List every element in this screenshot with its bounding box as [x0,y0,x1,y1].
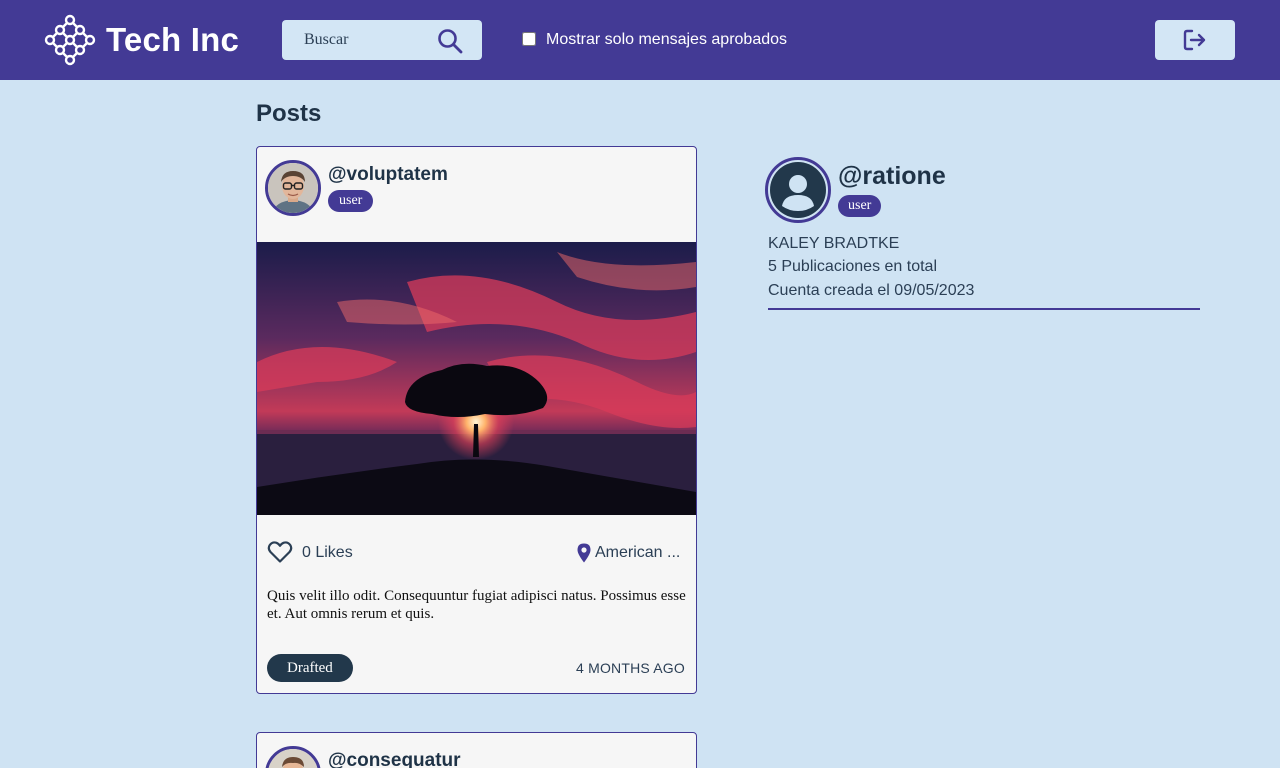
profile-username: @ratione [838,162,946,190]
status-badge: Drafted [267,654,353,682]
profile-divider [768,308,1200,310]
search-input[interactable] [282,20,432,60]
posts-title: Posts [256,100,322,127]
post-image[interactable] [257,242,696,515]
user-photo-icon [268,163,318,213]
avatar[interactable] [265,746,321,768]
heart-icon[interactable] [267,540,293,564]
post-card: @voluptatem user 0 Likes American ... Qu… [256,146,697,694]
avatar[interactable] [265,160,321,216]
post-author-username[interactable]: @voluptatem [328,164,448,186]
likes-count: 0 Likes [302,544,353,561]
brand-name[interactable]: Tech Inc [106,21,239,59]
approved-only-checkbox[interactable] [522,32,536,46]
profile-created-date: Cuenta creada el 09/05/2023 [768,282,975,299]
post-location[interactable]: American ... [595,544,687,562]
post-body: Quis velit illo odit. Consequuntur fugia… [267,588,686,622]
user-photo-icon [268,749,318,768]
profile-avatar[interactable] [765,157,831,223]
post-card: @consequatur [256,732,697,768]
post-author-username[interactable]: @consequatur [328,750,461,768]
logout-icon [1183,29,1206,51]
logo-icon[interactable] [44,14,96,66]
profile-full-name: KALEY BRADTKE [768,235,900,252]
approved-only-label[interactable]: Mostrar solo mensajes aprobados [546,31,787,49]
search-icon[interactable] [436,27,464,55]
user-icon [770,162,826,218]
role-badge: user [328,190,374,212]
location-pin-icon [577,543,591,563]
post-timestamp: 4 MONTHS AGO [576,660,685,676]
profile-post-count: 5 Publicaciones en total [768,258,937,275]
profile-role-badge: user [838,195,882,217]
top-navbar: Tech Inc Mostrar solo mensajes aprobados [0,0,1280,80]
logout-button[interactable] [1155,20,1235,60]
